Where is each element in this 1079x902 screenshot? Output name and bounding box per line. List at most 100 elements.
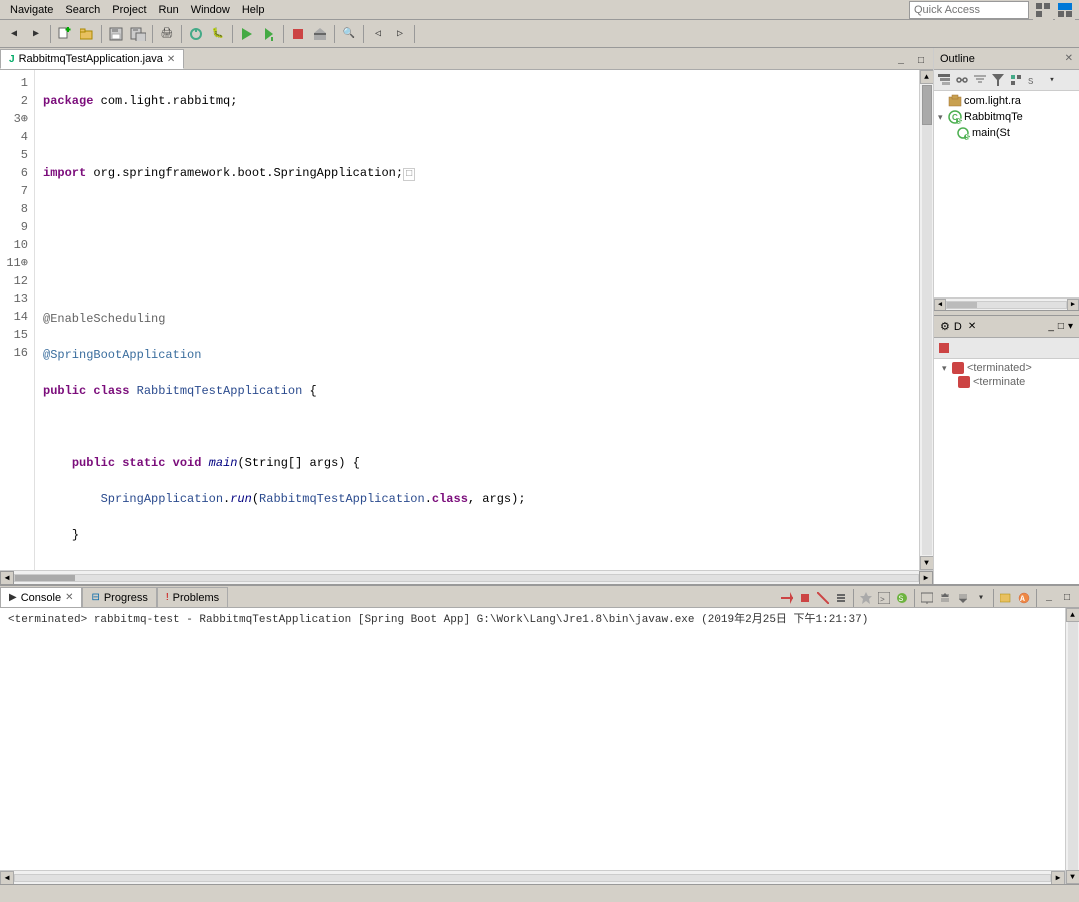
svg-text:>: >	[880, 596, 885, 604]
toolbar-forward-btn[interactable]: ▶	[26, 24, 46, 44]
bottom-v-track[interactable]	[1068, 622, 1078, 870]
bottom-h-right[interactable]: ▶	[1051, 871, 1065, 885]
outline-close-btn[interactable]: ✕	[1065, 53, 1073, 64]
bottom-v-scrollbar[interactable]: ▲ ▼	[1065, 608, 1079, 884]
console-disconnect-btn[interactable]	[815, 590, 831, 606]
console-ansi-btn[interactable]: A	[1016, 590, 1032, 606]
br-menu-icon[interactable]: ▾	[1068, 321, 1073, 332]
toolbar-run-btn[interactable]	[237, 24, 257, 44]
console-scroll-up-btn[interactable]	[937, 590, 953, 606]
toolbar-build-btn[interactable]	[310, 24, 330, 44]
menu-run[interactable]: Run	[153, 2, 185, 18]
menu-window[interactable]: Window	[185, 2, 236, 18]
editor-v-scrollbar[interactable]: ▲ ▼	[919, 70, 933, 570]
toolbar-stop-btn[interactable]	[288, 24, 308, 44]
toolbar-run-arrow-btn[interactable]	[259, 24, 279, 44]
bottom-scroll-down[interactable]: ▼	[1066, 870, 1079, 884]
outline-sort-btn[interactable]	[972, 72, 988, 88]
code-content[interactable]: package com.light.rabbitmq; import org.s…	[35, 70, 919, 570]
console-dropdown-btn[interactable]: ▾	[973, 590, 989, 606]
outline-hide-fields-btn[interactable]	[1008, 72, 1024, 88]
outline-collapse-all-btn[interactable]	[936, 72, 952, 88]
console-spring-btn[interactable]: S	[894, 590, 910, 606]
console-stop-btn[interactable]	[797, 590, 813, 606]
toolbar-save-btn[interactable]	[106, 24, 126, 44]
code-editor[interactable]: 1 2 3⊕ 4 5 6 7 8 9 10 11⊕ 12 13 14 15 16	[0, 70, 933, 584]
toolbar-print-btn[interactable]: 🖨	[157, 24, 177, 44]
bottom-h-left[interactable]: ◀	[0, 871, 14, 885]
toolbar-back-btn[interactable]: ◀	[4, 24, 24, 44]
console-tab-close[interactable]: ✕	[65, 592, 73, 603]
tree-item-method[interactable]: S main(St	[934, 125, 1079, 141]
tab-minimize-btn[interactable]: _	[893, 53, 909, 69]
outline-h-right[interactable]: ▶	[1067, 299, 1079, 311]
menu-project[interactable]: Project	[106, 2, 152, 18]
tree-expand-class[interactable]: ▾	[938, 112, 948, 123]
toolbar-sep2	[101, 25, 102, 43]
br-close-icon[interactable]: ✕	[968, 321, 976, 332]
right-panel: Outline ✕	[934, 48, 1079, 584]
bottom-scroll-up[interactable]: ▲	[1066, 608, 1079, 622]
outline-h-track[interactable]	[946, 301, 1067, 309]
outline-filter-btn[interactable]	[990, 72, 1006, 88]
toolbar-save-all-btn[interactable]	[128, 24, 148, 44]
br-stop-btn[interactable]	[936, 340, 952, 356]
menu-search[interactable]: Search	[59, 2, 106, 18]
toolbar-new-btn[interactable]	[55, 24, 75, 44]
br-tab-s[interactable]: ⚙	[940, 320, 950, 333]
tree-item-class[interactable]: ▾ C S RabbitmqTe	[934, 109, 1079, 125]
editor-h-scrollbar[interactable]: ◀ ▶	[0, 570, 933, 584]
scroll-up-arrow[interactable]: ▲	[920, 70, 934, 84]
tab-close-btn[interactable]: ✕	[167, 54, 175, 65]
console-minimize-btn[interactable]: _	[1041, 590, 1057, 606]
console-maximize-btn[interactable]: □	[1059, 590, 1075, 606]
toolbar-next-btn[interactable]: ▷	[390, 24, 410, 44]
toolbar-debug-btn[interactable]: 🐛	[208, 24, 228, 44]
br-tree-terminated-parent[interactable]: ▾ <terminated>	[938, 361, 1075, 375]
br-tab-d[interactable]: D	[954, 321, 962, 333]
quick-access-input[interactable]	[909, 1, 1029, 19]
perspective-layout-btn[interactable]	[1033, 0, 1053, 20]
bottom-h-scroll[interactable]: ◀ ▶	[0, 870, 1065, 884]
outline-hide-static-btn[interactable]: S	[1026, 72, 1042, 88]
br-tree-terminated-child[interactable]: <terminate	[938, 375, 1075, 389]
br-minimize-icon[interactable]: _	[1048, 321, 1054, 332]
br-maximize-icon[interactable]: □	[1058, 321, 1064, 332]
bottom-h-track[interactable]	[14, 874, 1051, 882]
outline-link-btn[interactable]	[954, 72, 970, 88]
scroll-down-arrow[interactable]: ▼	[920, 556, 934, 570]
toolbar-open-btn[interactable]	[77, 24, 97, 44]
console-display-btn[interactable]	[919, 590, 935, 606]
scroll-track[interactable]	[922, 85, 932, 555]
bottom-tab-problems[interactable]: ! Problems	[157, 587, 228, 607]
tab-maximize-btn[interactable]: □	[913, 53, 929, 69]
bottom-tab-progress[interactable]: ⊟ Progress	[82, 587, 156, 607]
editor-tab-java[interactable]: J RabbitmqTestApplication.java ✕	[0, 49, 184, 69]
bottom-tab-console[interactable]: ▶ Console ✕	[0, 587, 82, 607]
console-pin-btn[interactable]	[858, 590, 874, 606]
h-scroll-right[interactable]: ▶	[919, 571, 933, 585]
console-terminated-line: <terminated> rabbitmq-test - RabbitmqTes…	[8, 612, 1057, 628]
br-expand1[interactable]: ▾	[942, 363, 952, 374]
outline-h-scroll[interactable]: ◀ ▶	[934, 298, 1079, 310]
menu-help[interactable]: Help	[236, 2, 271, 18]
console-open-file-btn[interactable]	[998, 590, 1014, 606]
svg-text:S: S	[1028, 77, 1033, 86]
toolbar-search-btn[interactable]: 🔍	[339, 24, 359, 44]
outline-h-left[interactable]: ◀	[934, 299, 946, 311]
code-scroll-area: 1 2 3⊕ 4 5 6 7 8 9 10 11⊕ 12 13 14 15 16	[0, 70, 933, 570]
console-scroll-lock-btn[interactable]	[833, 590, 849, 606]
tab-icon: J	[9, 54, 15, 65]
console-scroll-down-btn[interactable]	[955, 590, 971, 606]
toolbar-refactor-btn[interactable]	[186, 24, 206, 44]
outline-controls: ✕	[1065, 53, 1073, 64]
tree-item-package[interactable]: com.light.ra	[934, 93, 1079, 109]
perspective-btn2[interactable]	[1055, 0, 1075, 20]
outline-chevron-down[interactable]: ▾	[1044, 72, 1060, 88]
toolbar-prev-btn[interactable]: ◁	[368, 24, 388, 44]
menu-navigate[interactable]: Navigate	[4, 2, 59, 18]
h-scroll-left[interactable]: ◀	[0, 571, 14, 585]
h-scroll-track[interactable]	[14, 574, 919, 582]
console-open-console-btn[interactable]: >	[876, 590, 892, 606]
console-clear-btn[interactable]	[779, 590, 795, 606]
